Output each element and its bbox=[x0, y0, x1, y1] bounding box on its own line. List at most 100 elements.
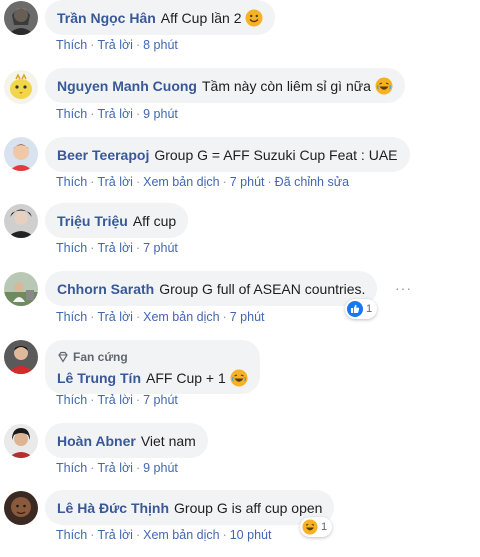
like-link[interactable]: Thích bbox=[56, 310, 87, 324]
comment-actions: Thích · Trả lời · 7 phút bbox=[56, 241, 178, 255]
reaction-count: 1 bbox=[321, 521, 328, 533]
reaction-count: 1 bbox=[366, 303, 373, 315]
avatar[interactable] bbox=[4, 70, 38, 104]
laugh-emoji-icon bbox=[230, 369, 248, 386]
reply-link[interactable]: Trả lời bbox=[97, 107, 133, 121]
like-link[interactable]: Thích bbox=[56, 393, 87, 407]
reply-link[interactable]: Trả lời bbox=[97, 38, 133, 52]
separator: · bbox=[222, 175, 227, 189]
reply-link[interactable]: Trả lời bbox=[97, 175, 133, 189]
haha-reaction-icon bbox=[302, 519, 318, 535]
comment-text: Aff cup bbox=[132, 212, 177, 229]
timestamp-link[interactable]: 9 phút bbox=[143, 107, 178, 121]
comment-text: Tầm này còn liêm sỉ gì nữa bbox=[202, 77, 371, 94]
more-options-icon[interactable]: ··· bbox=[395, 280, 412, 296]
reply-link[interactable]: Trả lời bbox=[97, 393, 133, 407]
separator: · bbox=[90, 241, 95, 255]
comment-author[interactable]: Hoàn Abner bbox=[57, 432, 136, 450]
smile-emoji-icon bbox=[245, 9, 263, 26]
comment-author[interactable]: Lê Hà Đức Thịnh bbox=[57, 499, 169, 517]
timestamp-link[interactable]: 9 phút bbox=[143, 461, 178, 475]
reaction-badge[interactable]: 1 bbox=[345, 299, 378, 319]
timestamp-link[interactable]: 7 phút bbox=[143, 241, 178, 255]
avatar[interactable] bbox=[4, 137, 38, 171]
avatar[interactable] bbox=[4, 424, 38, 458]
comment-actions: Thích · Trả lời · 8 phút bbox=[56, 38, 178, 52]
translate-link[interactable]: Xem bản dịch bbox=[143, 310, 219, 324]
avatar[interactable] bbox=[4, 340, 38, 374]
edited-link[interactable]: Đã chỉnh sửa bbox=[275, 175, 349, 189]
reply-link[interactable]: Trả lời bbox=[97, 310, 133, 324]
comment-author[interactable]: Lê Trung Tín bbox=[57, 369, 141, 387]
timestamp-link[interactable]: 8 phút bbox=[143, 38, 178, 52]
separator: · bbox=[135, 38, 141, 52]
avatar[interactable] bbox=[4, 272, 38, 306]
comment-author[interactable]: Triệu Triệu bbox=[57, 212, 128, 230]
like-reaction-icon bbox=[347, 301, 363, 317]
avatar[interactable] bbox=[4, 1, 38, 35]
comment-bubble: Nguyen Manh Cuong Tầm này còn liêm sỉ gì… bbox=[45, 68, 405, 103]
like-link[interactable]: Thích bbox=[56, 38, 87, 52]
separator: · bbox=[222, 310, 227, 324]
separator: · bbox=[135, 241, 141, 255]
separator: · bbox=[267, 175, 272, 189]
separator: · bbox=[90, 175, 95, 189]
comment-author[interactable]: Chhorn Sarath bbox=[57, 280, 154, 298]
comment-author[interactable]: Trần Ngọc Hân bbox=[57, 9, 156, 27]
comment-bubble: Fan cứng Lê Trung Tín AFF Cup + 1 bbox=[45, 340, 260, 394]
comment-item: Lê Hà Đức Thịnh Group G is aff cup open … bbox=[0, 490, 480, 557]
reaction-badge[interactable]: 1 bbox=[300, 517, 333, 537]
comment-text: AFF Cup + 1 bbox=[146, 369, 226, 386]
comment-bubble: Triệu Triệu Aff cup bbox=[45, 203, 189, 238]
comment-actions: Thích · Trả lời · 9 phút bbox=[56, 461, 178, 475]
comment-text: Group G = AFF Suzuki Cup Feat : UAE bbox=[154, 146, 398, 163]
comment-item: Trần Ngọc Hân Aff Cup lần 2 Thích · Trả lờ… bbox=[0, 0, 480, 67]
comment-bubble: Lê Hà Đức Thịnh Group G is aff cup open bbox=[45, 490, 335, 525]
translate-link[interactable]: Xem bản dịch bbox=[143, 175, 219, 189]
comment-item: Hoàn Abner Viet nam Thích · Trả lời · 9 phút bbox=[0, 423, 480, 490]
comment-item: Fan cứng Lê Trung Tín AFF Cup + 1 Thích ·… bbox=[0, 340, 480, 407]
diamond-icon bbox=[58, 351, 68, 363]
separator: · bbox=[90, 461, 95, 475]
comment-actions: Thích · Trả lời · Xem bản dịch · 7 phút bbox=[56, 310, 265, 324]
comment-bubble: Hoàn Abner Viet nam bbox=[45, 423, 208, 458]
timestamp-link[interactable]: 7 phút bbox=[143, 393, 178, 407]
comment-item: Chhorn Sarath Group G full of ASEAN coun… bbox=[0, 271, 480, 338]
reply-link[interactable]: Trả lời bbox=[97, 461, 133, 475]
separator: · bbox=[135, 175, 141, 189]
comment-bubble: Beer Teerapoj Group G = AFF Suzuki Cup F… bbox=[45, 137, 410, 172]
comment-actions: Thích · Trả lời · 7 phút bbox=[56, 393, 178, 407]
comment-actions: Thích · Trả lời · 9 phút bbox=[56, 107, 178, 121]
separator: · bbox=[90, 393, 95, 407]
like-link[interactable]: Thích bbox=[56, 461, 87, 475]
comment-bubble: Trần Ngọc Hân Aff Cup lần 2 bbox=[45, 0, 276, 35]
fan-badge: Fan cứng bbox=[57, 348, 128, 366]
like-link[interactable]: Thích bbox=[56, 107, 87, 121]
comment-actions: Thích · Trả lời · Xem bản dịch · 7 phút · Đã chỉ… bbox=[56, 175, 349, 189]
separator: · bbox=[135, 107, 141, 121]
separator: · bbox=[135, 310, 141, 324]
reply-link[interactable]: Trả lời bbox=[97, 241, 133, 255]
separator: · bbox=[90, 107, 95, 121]
fan-badge-label: Fan cứng bbox=[73, 349, 128, 364]
laugh-emoji-icon bbox=[375, 77, 393, 94]
like-link[interactable]: Thích bbox=[56, 175, 87, 189]
avatar[interactable] bbox=[4, 204, 38, 238]
comment-author[interactable]: Nguyen Manh Cuong bbox=[57, 77, 197, 95]
separator: · bbox=[135, 461, 141, 475]
timestamp-link[interactable]: 7 phút bbox=[230, 310, 265, 324]
comment-text: Group G full of ASEAN countries. bbox=[159, 280, 366, 297]
avatar[interactable] bbox=[4, 491, 38, 525]
timestamp-link[interactable]: 7 phút bbox=[230, 175, 265, 189]
like-link[interactable]: Thích bbox=[56, 241, 87, 255]
comment-text: Aff Cup lần 2 bbox=[160, 9, 242, 26]
comment-author[interactable]: Beer Teerapoj bbox=[57, 146, 149, 164]
comment-item: Beer Teerapoj Group G = AFF Suzuki Cup F… bbox=[0, 137, 480, 204]
separator: · bbox=[90, 38, 95, 52]
comment-text: Group G is aff cup open bbox=[174, 499, 323, 516]
separator: · bbox=[90, 310, 95, 324]
comment-item: Nguyen Manh Cuong Tầm này còn liêm sỉ gì… bbox=[0, 68, 480, 135]
comment-bubble: Chhorn Sarath Group G full of ASEAN coun… bbox=[45, 271, 378, 306]
separator: · bbox=[135, 393, 141, 407]
comment-text: Viet nam bbox=[140, 432, 196, 449]
